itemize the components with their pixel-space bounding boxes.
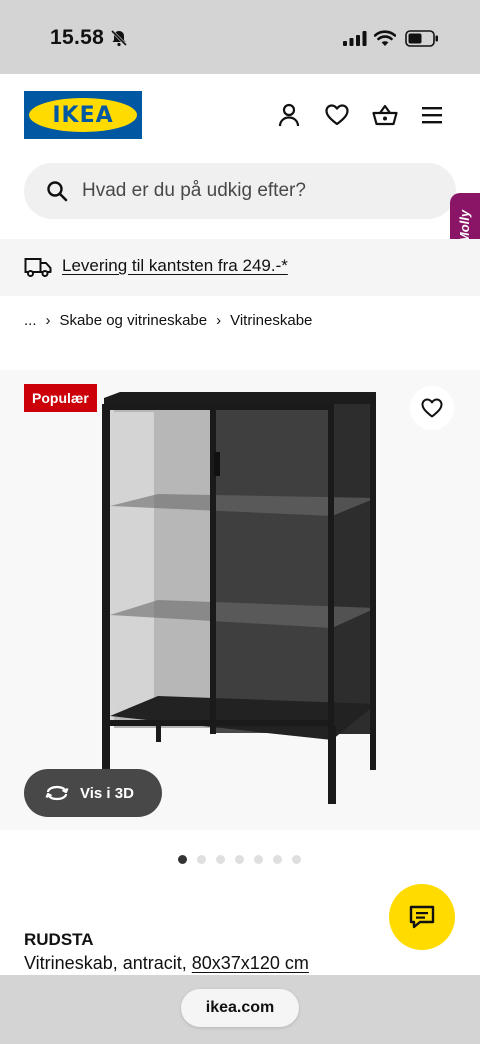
breadcrumb-item[interactable]: ...: [24, 312, 37, 329]
site-header: IKEA: [0, 74, 480, 164]
rotate-3d-icon: [45, 785, 69, 801]
pagination-dot[interactable]: [216, 855, 225, 864]
chat-button[interactable]: [389, 884, 455, 950]
chevron-right-icon: ›: [216, 312, 222, 329]
logo-oval: IKEA: [29, 98, 137, 132]
chevron-right-icon: ›: [45, 312, 51, 329]
browser-bar: ikea.com: [0, 975, 480, 1044]
chat-icon: [409, 905, 435, 929]
product-image: [102, 392, 376, 804]
pagination-dot[interactable]: [178, 855, 187, 864]
view-in-3d-button[interactable]: Vis i 3D: [24, 769, 162, 817]
basket-button[interactable]: [372, 102, 398, 128]
product-description: Vitrineskab, antracit, 80x37x120 cm: [24, 953, 309, 974]
search-bar[interactable]: Hvad er du på udkig efter?: [24, 163, 456, 219]
menu-icon: [422, 107, 442, 124]
view-in-3d-label: Vis i 3D: [80, 784, 134, 802]
pagination-dot[interactable]: [197, 855, 206, 864]
signal-icon: [343, 31, 367, 46]
wifi-icon: [374, 30, 396, 46]
product-type: Vitrineskab, antracit,: [24, 953, 187, 973]
truck-icon: [24, 258, 52, 277]
pagination-dot[interactable]: [235, 855, 244, 864]
heart-icon: [421, 398, 443, 418]
breadcrumb-item[interactable]: Vitrineskabe: [230, 312, 312, 329]
search-input[interactable]: Hvad er du på udkig efter?: [82, 180, 306, 202]
breadcrumb-item[interactable]: Skabe og vitrineskabe: [60, 312, 208, 329]
status-bar: 15.58: [0, 0, 480, 74]
url-bar[interactable]: ikea.com: [181, 989, 299, 1027]
delivery-banner: Levering til kantsten fra 249.-*: [0, 239, 480, 296]
product-size-link[interactable]: 80x37x120 cm: [192, 953, 309, 973]
popular-badge: Populær: [24, 384, 97, 412]
ikea-logo[interactable]: IKEA: [24, 91, 142, 139]
search-icon: [47, 181, 68, 202]
basket-icon: [372, 104, 398, 126]
pagination-dot[interactable]: [292, 855, 301, 864]
pagination-dot[interactable]: [254, 855, 263, 864]
breadcrumb: ... › Skabe og vitrineskabe › Vitrineska…: [24, 312, 312, 329]
person-icon: [278, 103, 300, 127]
pagination-dot[interactable]: [273, 855, 282, 864]
heart-icon: [325, 104, 349, 126]
gallery-pagination: [178, 855, 311, 864]
battery-icon: [405, 30, 438, 47]
account-button[interactable]: [276, 102, 302, 128]
status-time: 15.58: [50, 26, 105, 49]
bell-off-icon: [110, 29, 128, 47]
delivery-link[interactable]: Levering til kantsten fra 249.-*: [62, 256, 288, 276]
product-name: RUDSTA: [24, 930, 94, 949]
add-to-favourites-button[interactable]: [410, 386, 454, 430]
favourites-button[interactable]: [324, 102, 350, 128]
logo-text: IKEA: [52, 102, 114, 128]
molly-label: Molly: [457, 209, 473, 243]
menu-button[interactable]: [420, 102, 446, 128]
